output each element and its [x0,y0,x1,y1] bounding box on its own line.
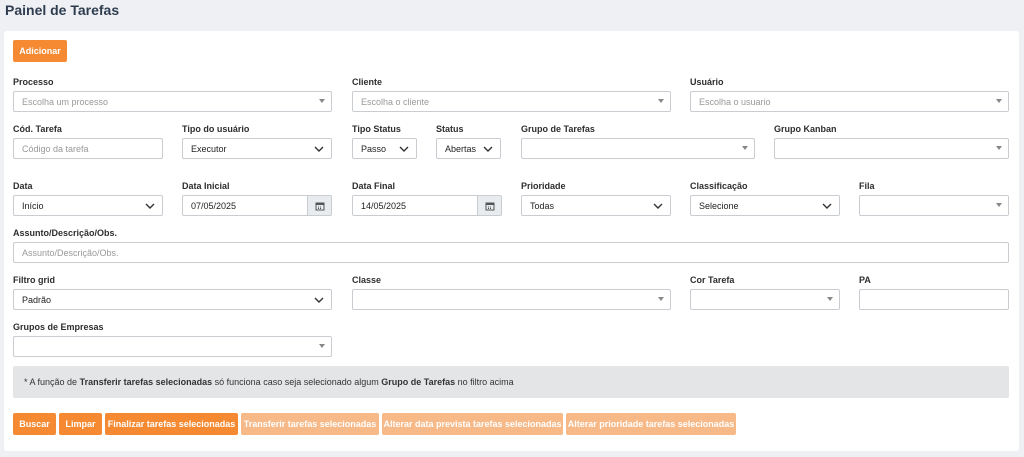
cliente-select[interactable]: Escolha o cliente [352,91,671,112]
cod-tarefa-input[interactable]: Código da tarefa [13,138,163,159]
chevron-down-icon [653,203,663,209]
grupo-kanban-select[interactable] [774,138,1009,159]
caret-down-icon [996,203,1002,207]
calendar-icon[interactable] [477,196,501,215]
caret-down-icon [742,146,748,150]
clear-button[interactable]: Limpar [59,413,102,435]
usuario-label: Usuário [690,77,724,87]
notice-bold-transfer: Transferir tarefas selecionadas [79,377,213,387]
transfer-selected-button[interactable]: Transferir tarefas selecionadas [241,413,379,435]
assunto-input[interactable]: Assunto/Descrição/Obs. [13,242,1009,263]
chevron-down-icon [145,203,155,209]
cliente-label: Cliente [352,77,383,87]
cor-tarefa-select[interactable] [690,289,840,310]
fila-select[interactable] [859,195,1009,216]
notice-middle: só funciona caso seja selecionado algum [214,377,379,387]
tipo-usuario-select[interactable]: Executor [182,138,332,159]
pa-label: PA [859,275,871,285]
classe-select[interactable] [352,289,671,310]
data-final-label: Data Final [352,181,396,191]
status-value: Abertas [445,143,477,154]
data-final-input[interactable]: 14/05/2025 [352,195,502,216]
processo-placeholder: Escolha um processo [22,96,109,107]
fila-label: Fila [859,181,875,191]
chevron-down-icon [314,297,324,303]
filtro-grid-label: Filtro grid [13,275,55,285]
processo-label: Processo [13,77,54,87]
change-priority-button[interactable]: Alterar prioridade tarefas selecionadas [566,413,736,435]
search-button[interactable]: Buscar [13,413,56,435]
prioridade-select[interactable]: Todas [521,195,671,216]
caret-down-icon [319,99,325,103]
processo-select[interactable]: Escolha um processo [13,91,332,112]
grupos-empresas-select[interactable] [13,336,332,357]
status-select[interactable]: Abertas [436,138,501,159]
data-value: Início [22,200,44,211]
notice-bold-group: Grupo de Tarefas [381,377,456,387]
grupos-empresas-label: Grupos de Empresas [13,322,104,332]
prioridade-value: Todas [530,200,555,211]
page-title: Painel de Tarefas [5,2,120,18]
prioridade-label: Prioridade [521,181,566,191]
add-button[interactable]: Adicionar [13,40,67,62]
finish-selected-button[interactable]: Finalizar tarefas selecionadas [105,413,238,435]
notice-suffix: no filtro acima [457,377,514,387]
change-due-date-button[interactable]: Alterar data prevista tarefas selecionad… [382,413,563,435]
grupo-tarefas-label: Grupo de Tarefas [521,124,595,134]
transfer-notice: * A função de Transferir tarefas selecio… [13,366,1009,398]
classe-label: Classe [352,275,382,285]
data-inicial-label: Data Inicial [182,181,230,191]
pa-input[interactable] [859,289,1009,310]
data-select[interactable]: Início [13,195,163,216]
filtro-grid-value: Padrão [22,294,52,305]
caret-down-icon [827,297,833,301]
assunto-placeholder: Assunto/Descrição/Obs. [22,247,119,258]
caret-down-icon [658,99,664,103]
caret-down-icon [996,146,1002,150]
chevron-down-icon [483,146,493,152]
data-final-value: 14/05/2025 [361,200,407,211]
classificacao-select[interactable]: Selecione [690,195,840,216]
data-inicial-input[interactable]: 07/05/2025 [182,195,332,216]
classificacao-value: Selecione [699,200,739,211]
data-inicial-value: 07/05/2025 [191,200,237,211]
chevron-down-icon [399,146,409,152]
tipo-status-value: Passo [361,143,387,154]
usuario-placeholder: Escolha o usuario [699,96,771,107]
caret-down-icon [319,344,325,348]
caret-down-icon [658,297,664,301]
cliente-placeholder: Escolha o cliente [361,96,430,107]
data-label: Data [13,181,33,191]
cod-tarefa-placeholder: Código da tarefa [22,143,89,154]
calendar-icon[interactable] [307,196,331,215]
cor-tarefa-label: Cor Tarefa [690,275,735,285]
classificacao-label: Classificação [690,181,748,191]
tipo-status-select[interactable]: Passo [352,138,417,159]
cod-tarefa-label: Cód. Tarefa [13,124,62,134]
caret-down-icon [996,99,1002,103]
filtro-grid-select[interactable]: Padrão [13,289,332,310]
grupo-kanban-label: Grupo Kanban [774,124,837,134]
notice-prefix: * A função de [24,377,78,387]
assunto-label: Assunto/Descrição/Obs. [13,228,118,238]
grupo-tarefas-select[interactable] [521,138,755,159]
usuario-select[interactable]: Escolha o usuario [690,91,1009,112]
chevron-down-icon [822,203,832,209]
status-label: Status [436,124,464,134]
chevron-down-icon [314,146,324,152]
tipo-usuario-value: Executor [191,143,227,154]
tipo-status-label: Tipo Status [352,124,401,134]
tipo-usuario-label: Tipo do usuário [182,124,250,134]
